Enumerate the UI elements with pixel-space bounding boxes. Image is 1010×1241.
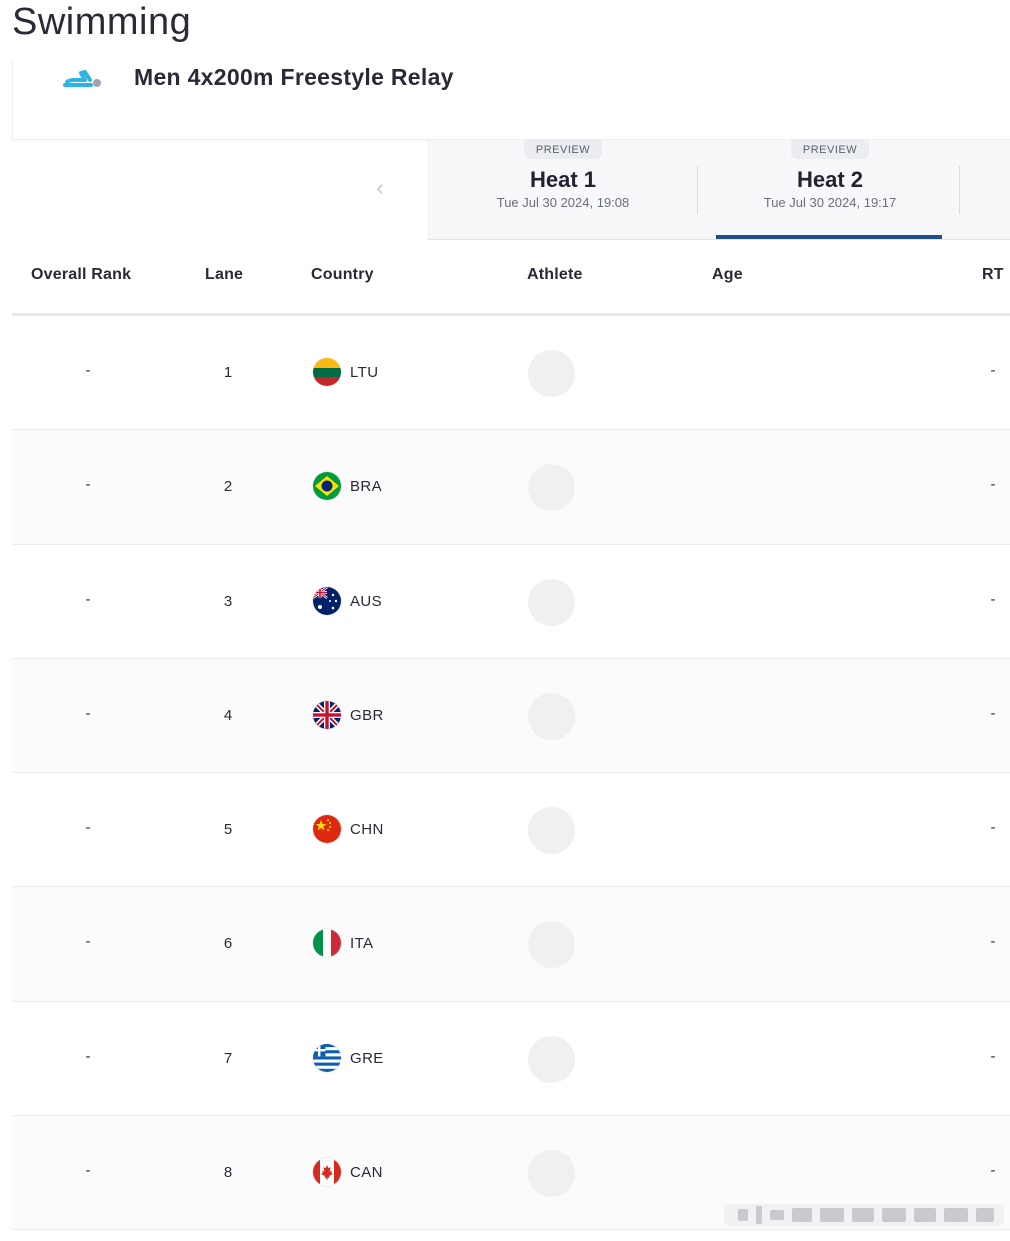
active-tab-indicator [716,235,942,239]
rt-cell: - [990,476,996,494]
country-code: AUS [350,592,383,610]
athlete-avatar[interactable] [528,692,575,740]
preview-badge: PREVIEW [523,140,603,159]
heat-navigation: ‹ PREVIEW Heat 1 Tue Jul 30 2024, 19:08 … [12,140,1010,240]
event-title: Men 4x200m Freestyle Relay [134,64,454,90]
table-row[interactable]: - 2 BRA - [12,430,1010,545]
sport-title: Swimming [12,1,192,43]
rank-cell: - [85,476,91,494]
flag-gbr-icon [313,700,341,729]
rank-cell: - [85,933,91,951]
heat-date: Tue Jul 30 2024, 19:17 [763,195,897,210]
country-code: LTU [350,364,379,381]
flag-ltu-icon [313,358,341,386]
rt-cell: - [990,362,996,379]
athlete-avatar[interactable] [528,464,575,512]
lane-cell: 6 [223,935,233,953]
header-rt[interactable]: RT [982,266,1004,284]
rank-cell: - [85,362,91,379]
athlete-avatar[interactable] [528,350,575,397]
rank-cell: - [85,704,91,722]
country-code: CHN [350,821,384,839]
tab-divider [959,166,960,214]
tab-heat-2[interactable]: PREVIEW Heat 2 Tue Jul 30 2024, 19:17 [699,140,961,240]
header-athlete[interactable]: Athlete [527,266,583,284]
rank-cell: - [85,1047,91,1065]
table-row[interactable]: - 5 CHN - [12,773,1010,888]
rt-cell: - [990,1162,996,1180]
athlete-avatar[interactable] [528,807,575,855]
country-code: GBR [350,706,384,724]
rt-cell: - [990,590,996,608]
swimmer-icon [63,68,103,88]
rank-cell: - [85,590,91,608]
table-row[interactable]: - 4 GBR - [12,658,1010,774]
table-row[interactable]: - 7 GRE - [12,1002,1010,1117]
lane-cell: 8 [223,1164,233,1182]
watermark-logo [724,1200,1004,1230]
table-row[interactable]: - 6 ITA - [12,887,1010,1002]
rt-cell: - [990,704,996,722]
flag-ita-icon [313,929,341,958]
table-row[interactable]: - 3 AUS - [12,545,1010,659]
rt-cell: - [990,933,996,951]
lane-cell: 7 [223,1049,233,1067]
country-code: ITA [350,935,374,953]
flag-aus-icon [313,586,341,615]
table-row[interactable]: - 1 LTU - [12,316,1010,431]
heat-date: Tue Jul 30 2024, 19:08 [496,195,630,210]
results-table: - 1 LTU - - 2 BRA - - 3 AUS - - 4 GBR - … [12,316,1010,1231]
athlete-avatar[interactable] [528,1035,575,1083]
rt-cell: - [990,819,996,837]
rt-cell: - [990,1047,996,1065]
athlete-avatar[interactable] [528,578,575,626]
flag-gre-icon [313,1043,341,1072]
header-age[interactable]: Age [712,266,743,284]
country-code: CAN [350,1164,383,1182]
country-code: GRE [350,1049,384,1067]
lane-cell: 2 [223,478,233,496]
heat-label: Heat 1 [529,167,597,192]
header-overall-rank[interactable]: Overall Rank [31,266,131,284]
heat-label: Heat 2 [796,167,864,192]
rank-cell: - [85,1162,91,1180]
heat-tabs: PREVIEW Heat 1 Tue Jul 30 2024, 19:08 PR… [428,140,1010,240]
table-header: Overall Rank Lane Country Athlete Age RT [12,244,1010,316]
preview-badge: PREVIEW [790,140,870,159]
lane-cell: 4 [223,706,233,724]
chevron-left-icon[interactable]: ‹ [370,177,390,199]
athlete-avatar[interactable] [528,921,575,969]
lane-cell: 5 [223,821,233,839]
event-card: Men 4x200m Freestyle Relay [12,60,1010,140]
flag-can-icon [313,1158,341,1187]
header-lane[interactable]: Lane [205,266,243,284]
tab-divider [697,166,698,214]
country-code: BRA [350,478,383,496]
rank-cell: - [85,819,91,837]
header-country[interactable]: Country [311,266,374,284]
lane-cell: 3 [223,592,233,610]
lane-cell: 1 [223,364,233,381]
athlete-avatar[interactable] [528,1150,575,1198]
tab-heat-1[interactable]: PREVIEW Heat 1 Tue Jul 30 2024, 19:08 [429,140,697,240]
flag-bra-icon [313,472,341,501]
flag-chn-icon [313,815,341,844]
